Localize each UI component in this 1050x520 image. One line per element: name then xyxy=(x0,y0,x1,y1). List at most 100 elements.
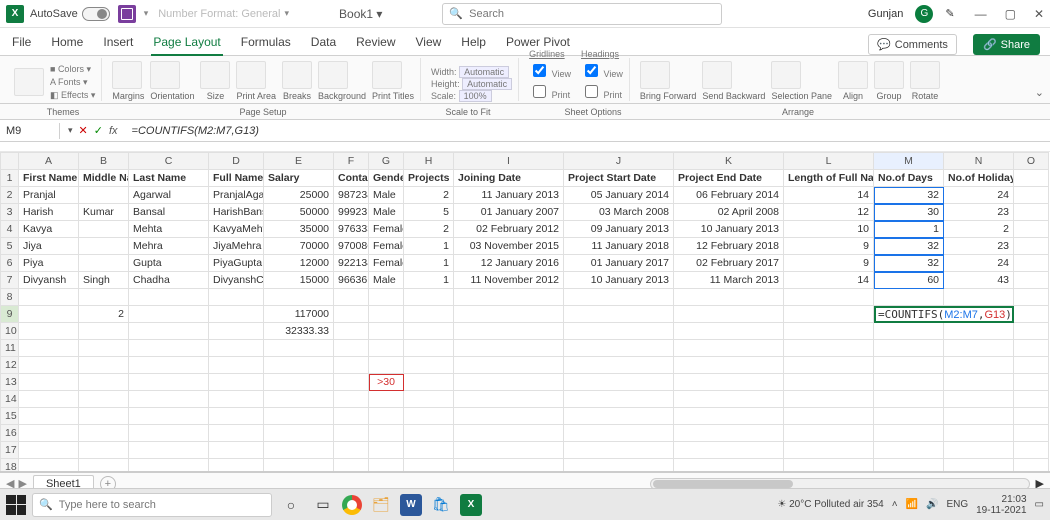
cell-N13[interactable] xyxy=(944,374,1014,391)
cell-N16[interactable] xyxy=(944,425,1014,442)
minimize-button[interactable]: — xyxy=(975,7,987,21)
qat-dropdown-icon[interactable]: ▾ xyxy=(144,8,149,19)
cell-M1[interactable]: No.of Days xyxy=(874,170,944,187)
cell-E3[interactable]: 50000 xyxy=(264,204,334,221)
cell-K17[interactable] xyxy=(674,442,784,459)
cell-E1[interactable]: Salary xyxy=(264,170,334,187)
cell-G14[interactable] xyxy=(369,391,404,408)
cell-I10[interactable] xyxy=(454,323,564,340)
cell-F5[interactable]: 9700865491 xyxy=(334,238,369,255)
cell-B7[interactable]: Singh xyxy=(79,272,129,289)
cell-N12[interactable] xyxy=(944,357,1014,374)
volume-icon[interactable]: 🔊 xyxy=(926,499,938,510)
cell-B11[interactable] xyxy=(79,340,129,357)
cell-G16[interactable] xyxy=(369,425,404,442)
cell-K11[interactable] xyxy=(674,340,784,357)
cell-A2[interactable]: Pranjal xyxy=(19,187,79,204)
cell-E13[interactable] xyxy=(264,374,334,391)
col-header-I[interactable]: I xyxy=(454,153,564,170)
cell-B14[interactable] xyxy=(79,391,129,408)
col-header-J[interactable]: J xyxy=(564,153,674,170)
cell-O4[interactable] xyxy=(1014,221,1049,238)
width-select[interactable]: Automatic xyxy=(459,66,509,78)
cell-F15[interactable] xyxy=(334,408,369,425)
cell-I15[interactable] xyxy=(454,408,564,425)
cell-J2[interactable]: 05 January 2014 xyxy=(564,187,674,204)
cell-L5[interactable]: 9 xyxy=(784,238,874,255)
rotate-button[interactable] xyxy=(910,61,940,89)
row-header-14[interactable]: 14 xyxy=(1,391,19,408)
cell-I7[interactable]: 11 November 2012 xyxy=(454,272,564,289)
cell-J16[interactable] xyxy=(564,425,674,442)
cell-L10[interactable] xyxy=(784,323,874,340)
col-header-B[interactable]: B xyxy=(79,153,129,170)
cell-G17[interactable] xyxy=(369,442,404,459)
cell-O5[interactable] xyxy=(1014,238,1049,255)
cell-K1[interactable]: Project End Date xyxy=(674,170,784,187)
cell-A3[interactable]: Harish xyxy=(19,204,79,221)
cell-J6[interactable]: 01 January 2017 xyxy=(564,255,674,272)
task-view-icon[interactable]: ▭ xyxy=(310,492,336,518)
cell-A6[interactable]: Piya xyxy=(19,255,79,272)
cell-K12[interactable] xyxy=(674,357,784,374)
name-box[interactable]: M9 xyxy=(0,123,60,139)
cell-G2[interactable]: Male xyxy=(369,187,404,204)
comments-button[interactable]: 💬 Comments xyxy=(868,34,957,55)
cell-M15[interactable] xyxy=(874,408,944,425)
cell-N7[interactable]: 43 xyxy=(944,272,1014,289)
row-header-1[interactable]: 1 xyxy=(1,170,19,187)
size-button[interactable] xyxy=(200,61,230,89)
cell-O18[interactable] xyxy=(1014,459,1049,473)
fonts-button[interactable]: A Fonts ▾ xyxy=(50,77,88,88)
tab-home[interactable]: Home xyxy=(49,29,85,55)
cell-N4[interactable]: 2 xyxy=(944,221,1014,238)
cell-M2[interactable]: 32 xyxy=(874,187,944,204)
cell-H8[interactable] xyxy=(404,289,454,306)
tab-formulas[interactable]: Formulas xyxy=(239,29,293,55)
cell-A5[interactable]: Jiya xyxy=(19,238,79,255)
system-tray[interactable]: ☀ 20°C Polluted air 354 ˄ 📶 🔊 ENG 21:031… xyxy=(777,494,1044,516)
cell-B3[interactable]: Kumar xyxy=(79,204,129,221)
cell-D7[interactable]: DivyanshChadha xyxy=(209,272,264,289)
cell-C17[interactable] xyxy=(129,442,209,459)
cell-L2[interactable]: 14 xyxy=(784,187,874,204)
cell-D13[interactable] xyxy=(209,374,264,391)
cell-L7[interactable]: 14 xyxy=(784,272,874,289)
cell-B13[interactable] xyxy=(79,374,129,391)
cell-K13[interactable] xyxy=(674,374,784,391)
cell-N15[interactable] xyxy=(944,408,1014,425)
cell-D9[interactable] xyxy=(209,306,264,323)
cell-I4[interactable]: 02 February 2012 xyxy=(454,221,564,238)
cell-C8[interactable] xyxy=(129,289,209,306)
cell-F11[interactable] xyxy=(334,340,369,357)
cell-D14[interactable] xyxy=(209,391,264,408)
cell-B1[interactable]: Middle Name xyxy=(79,170,129,187)
cell-H5[interactable]: 1 xyxy=(404,238,454,255)
cell-H11[interactable] xyxy=(404,340,454,357)
cell-F6[interactable]: 9221340087 xyxy=(334,255,369,272)
cell-M5[interactable]: 32 xyxy=(874,238,944,255)
cell-C2[interactable]: Agarwal xyxy=(129,187,209,204)
store-icon[interactable]: 🛍 xyxy=(428,492,454,518)
cell-I16[interactable] xyxy=(454,425,564,442)
cell-E2[interactable]: 25000 xyxy=(264,187,334,204)
row-header-12[interactable]: 12 xyxy=(1,357,19,374)
namebox-dropdown-icon[interactable]: ▾ xyxy=(68,125,73,136)
pen-icon[interactable]: ✎ xyxy=(945,7,954,20)
send-backward-button[interactable] xyxy=(702,61,732,89)
breaks-button[interactable] xyxy=(282,61,312,89)
cell-M17[interactable] xyxy=(874,442,944,459)
cell-N8[interactable] xyxy=(944,289,1014,306)
row-header-6[interactable]: 6 xyxy=(1,255,19,272)
cell-F12[interactable] xyxy=(334,357,369,374)
cell-O9[interactable] xyxy=(1014,306,1049,323)
cell-I12[interactable] xyxy=(454,357,564,374)
search-box[interactable]: 🔍 Search xyxy=(442,3,722,25)
save-icon[interactable] xyxy=(118,5,136,23)
cell-K5[interactable]: 12 February 2018 xyxy=(674,238,784,255)
row-header-3[interactable]: 3 xyxy=(1,204,19,221)
cell-H14[interactable] xyxy=(404,391,454,408)
cell-F3[interactable]: 9992314522 xyxy=(334,204,369,221)
cell-F14[interactable] xyxy=(334,391,369,408)
formula-input[interactable]: =COUNTIFS(M2:M7,G13) xyxy=(126,123,1050,139)
